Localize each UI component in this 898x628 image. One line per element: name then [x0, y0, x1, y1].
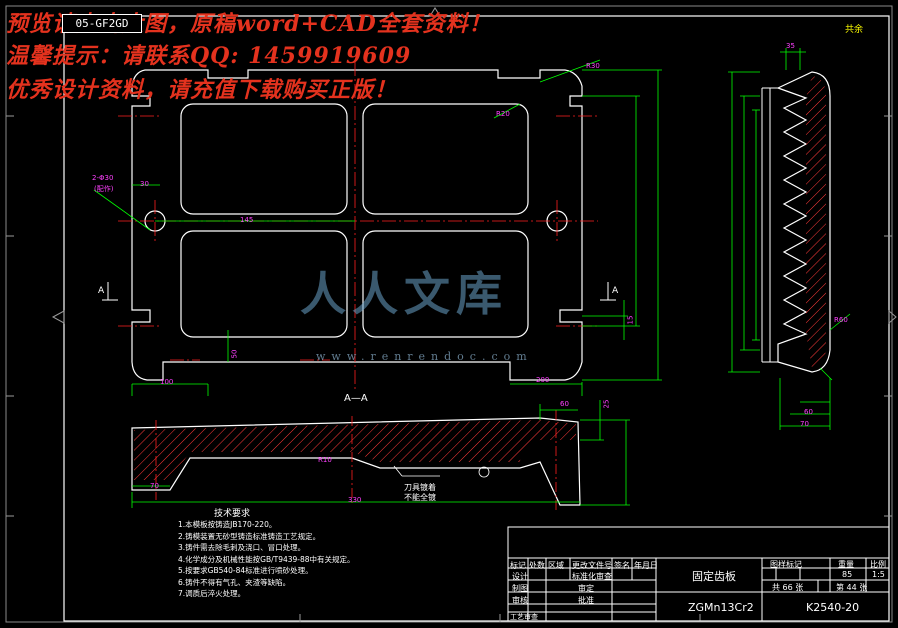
tb-material: ZGMn13Cr2 [688, 601, 754, 614]
tb-stage-label: 图样标记 [770, 560, 802, 569]
dim-330: 330 [348, 496, 362, 504]
center-lines [118, 62, 598, 390]
tech-item: 5.按要求GB540-84标准进行喷砂处理。 [178, 566, 313, 575]
dim-r10: R10 [318, 456, 332, 464]
tb-sheet-no: 第 44 张 [836, 583, 868, 592]
tb-row-design: 设计 [512, 572, 528, 581]
watermark-line-2: 温馨提示：请联系QQ: 1459919609 [6, 43, 412, 69]
view-mark-right: A [612, 286, 619, 296]
watermark-line-3: 优秀设计资料，请充值下载购买正版！ [6, 77, 398, 103]
tb-scale-value: 1:5 [872, 570, 885, 579]
dim-25: 25 [602, 399, 611, 409]
dim-hole-note: (配作) [94, 185, 114, 193]
tb-weight-label: 重量 [838, 560, 854, 569]
tb-header-file: 更改文件号 [572, 561, 612, 570]
tb-row-draw: 制图 [512, 584, 528, 593]
tb-header-count: 处数 [529, 561, 545, 570]
dim-hole: 2-Φ30 [92, 174, 114, 182]
tb-scale-label: 比例 [870, 560, 886, 569]
section-hatch [134, 420, 576, 480]
tb-header-date: 年月日 [634, 561, 658, 570]
dim-r30: R30 [586, 62, 600, 70]
dim-70: 70 [150, 482, 159, 490]
dim-r20: R20 [496, 110, 510, 118]
dim-side-60: 60 [804, 408, 813, 416]
tb-drawing-no: K2540-20 [806, 601, 860, 614]
dim-200: 200 [536, 376, 550, 384]
logo-watermark: 人人文库 [300, 267, 508, 321]
drawing-code-box: 05-GF2GD [62, 14, 142, 33]
side-view-hatch [806, 76, 826, 368]
dim-15: 15 [626, 315, 635, 325]
dim-100: 100 [160, 378, 174, 386]
tb-header-zone: 区域 [548, 561, 564, 570]
dim-145: 145 [240, 216, 254, 224]
tech-requirements-title: 技术要求 [214, 509, 251, 519]
section-note-2: 不能全镀 [404, 493, 436, 502]
dim-side-35: 35 [786, 42, 795, 50]
dim-30: 30 [140, 180, 149, 188]
tech-item: 6.铸件不得有气孔、夹渣等缺陷。 [178, 577, 291, 587]
tb-header-mark: 标记 [510, 561, 526, 570]
tb-row-check: 审核 [512, 596, 528, 605]
tb-sheets-total: 共 66 张 [772, 583, 804, 592]
tb-part-name: 固定齿板 [692, 570, 736, 583]
tech-item: 4.化学成分及机械性能按GB/T9439-88中有关规定。 [178, 554, 355, 564]
tb-std-review: 标准化审查 [572, 572, 612, 581]
logo-url: www.renrendoc.com [316, 350, 533, 363]
tech-item: 3.铸件需去除毛刺及浇口、冒口处理。 [178, 543, 306, 552]
side-view-lines [761, 87, 778, 363]
tb-header-sign: 签名 [614, 561, 630, 570]
tech-item: 2.铸模装置无砂型铸造标准铸造工艺规定。 [178, 531, 321, 541]
dim-side-70: 70 [800, 420, 809, 428]
tb-approve-review: 审定 [578, 584, 594, 593]
dim-50: 50 [230, 349, 239, 359]
plate-outline [131, 69, 583, 381]
tb-weight-value: 85 [842, 570, 853, 579]
tech-item: 1.本模板按铸造JB170-220。 [178, 520, 277, 529]
view-mark-left: A [98, 286, 105, 296]
sheet-corner-label: 共余 [845, 25, 864, 35]
tech-requirements-list: 1.本模板按铸造JB170-220。 2.铸模装置无砂型铸造标准铸造工艺规定。 … [178, 519, 355, 600]
dim-r60: R60 [834, 316, 848, 324]
section-title: A—A [344, 393, 368, 404]
dim-60: 60 [560, 400, 569, 408]
tb-approve: 批准 [578, 596, 594, 605]
tech-item: 7.调质后淬火处理。 [178, 589, 246, 598]
tb-row-process: 工艺审查 [510, 613, 538, 621]
dimension-lines-front [93, 59, 662, 396]
